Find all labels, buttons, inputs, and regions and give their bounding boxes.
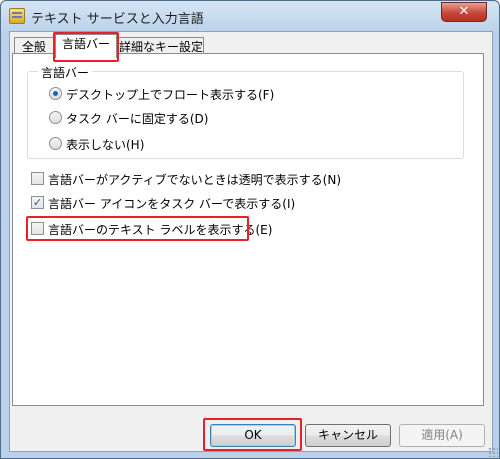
window-title: テキスト サービスと入力言語 [31, 12, 204, 27]
check-icon: ✓ [32, 196, 43, 209]
radio-hidden-label[interactable]: 表示しない(H) [66, 136, 144, 153]
radio-float-desktop[interactable] [49, 87, 62, 100]
apply-button[interactable]: 適用(A) [399, 424, 485, 447]
checkbox-taskbar-icons[interactable]: ✓ [31, 196, 44, 209]
resize-grip-icon[interactable] [488, 447, 498, 457]
highlight-text-labels [26, 216, 249, 241]
cancel-button[interactable]: キャンセル [305, 424, 391, 447]
checkbox-taskbar-icons-label[interactable]: 言語バー アイコンをタスク バーで表示する(I) [48, 195, 295, 212]
tab-advanced-key-settings-label: 詳細なキー設定 [119, 40, 204, 54]
apply-button-label: 適用(A) [421, 428, 463, 442]
title-bar[interactable]: テキスト サービスと入力言語 ✕ [1, 1, 499, 31]
close-icon: ✕ [458, 4, 470, 19]
close-button[interactable]: ✕ [441, 2, 487, 22]
radio-hidden[interactable] [49, 137, 62, 150]
cancel-button-label: キャンセル [317, 428, 378, 442]
tab-general-label: 全般 [21, 40, 46, 54]
radio-float-desktop-label[interactable]: デスクトップ上でフロート表示する(F) [66, 86, 274, 103]
group-title: 言語バー [38, 64, 93, 81]
checkbox-transparent-inactive-label[interactable]: 言語バーがアクティブでないときは透明で表示する(N) [48, 171, 341, 188]
highlight-ok [203, 418, 302, 451]
highlight-tab [53, 32, 119, 62]
radio-dock-taskbar-label[interactable]: タスク バーに固定する(D) [66, 110, 208, 127]
radio-dock-taskbar[interactable] [49, 111, 62, 124]
keyboard-settings-icon [9, 8, 25, 24]
checkbox-transparent-inactive[interactable] [31, 172, 44, 185]
